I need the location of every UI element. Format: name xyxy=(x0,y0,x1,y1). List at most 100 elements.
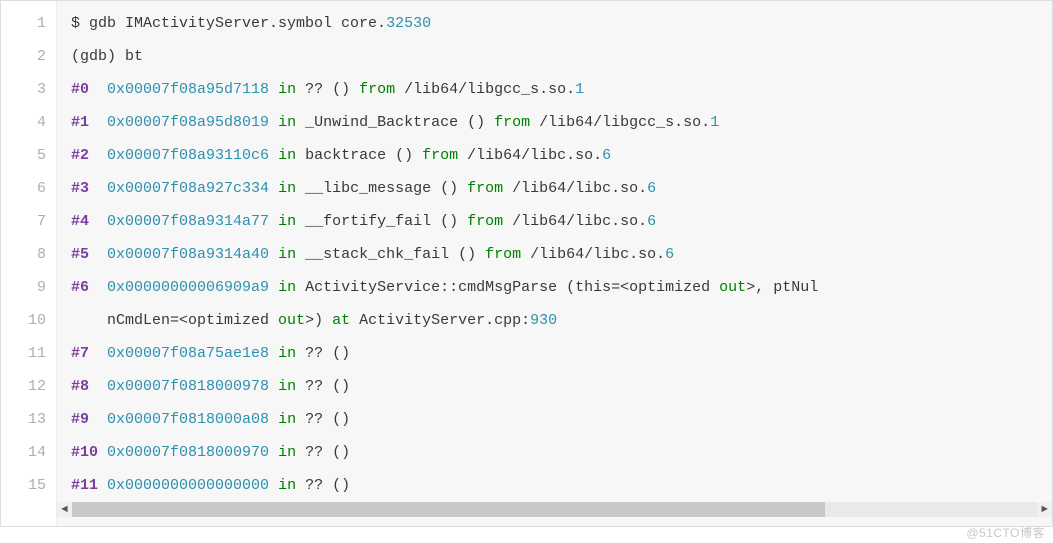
token xyxy=(269,444,278,461)
token: in xyxy=(278,147,296,164)
line-number: 11 xyxy=(1,337,56,370)
code-line: #0 0x00007f08a95d7118 in ?? () from /lib… xyxy=(57,73,1052,106)
token xyxy=(269,114,278,131)
token: #0 xyxy=(71,81,89,98)
token: __stack_chk_fail () xyxy=(296,246,485,263)
token xyxy=(89,345,107,362)
token: /lib64/libc.so. xyxy=(521,246,665,263)
scroll-track[interactable] xyxy=(72,502,1037,517)
token: in xyxy=(278,81,296,98)
token: in xyxy=(278,378,296,395)
token xyxy=(89,213,107,230)
line-number: 7 xyxy=(1,205,56,238)
token: _Unwind_Backtrace () xyxy=(296,114,494,131)
token: #1 xyxy=(71,114,89,131)
line-number-gutter: 123456789101112131415 xyxy=(1,1,57,526)
code-line: #4 0x00007f08a9314a77 in __fortify_fail … xyxy=(57,205,1052,238)
token: 930 xyxy=(530,312,557,329)
code-line: $ gdb IMActivityServer.symbol core.32530 xyxy=(57,7,1052,40)
token xyxy=(269,378,278,395)
token: 0x00000000006909a9 xyxy=(107,279,269,296)
token xyxy=(89,81,107,98)
token: >, ptNul xyxy=(746,279,818,296)
token: (gdb) bt xyxy=(71,48,143,65)
token: ?? () xyxy=(296,444,350,461)
token: /lib64/libgcc_s.so. xyxy=(530,114,710,131)
line-number: 13 xyxy=(1,403,56,436)
token: 0x00007f08a9314a77 xyxy=(107,213,269,230)
token: $ gdb IMActivityServer.symbol core. xyxy=(71,15,386,32)
token: from xyxy=(494,114,530,131)
token xyxy=(269,81,278,98)
token: /lib64/libc.so. xyxy=(458,147,602,164)
token: 6 xyxy=(647,180,656,197)
token: /lib64/libc.so. xyxy=(503,213,647,230)
token xyxy=(89,411,107,428)
token: ActivityService::cmdMsgParse (this=<opti… xyxy=(296,279,719,296)
code-area[interactable]: $ gdb IMActivityServer.symbol core.32530… xyxy=(57,1,1052,526)
token: in xyxy=(278,114,296,131)
scroll-left-icon[interactable]: ◄ xyxy=(57,502,72,517)
code-line: #10 0x00007f0818000970 in ?? () xyxy=(57,436,1052,469)
token: ?? () xyxy=(296,81,359,98)
token xyxy=(269,279,278,296)
token: /lib64/libc.so. xyxy=(503,180,647,197)
token: #2 xyxy=(71,147,89,164)
token: in xyxy=(278,180,296,197)
token: in xyxy=(278,444,296,461)
code-line: #2 0x00007f08a93110c6 in backtrace () fr… xyxy=(57,139,1052,172)
token: in xyxy=(278,477,296,494)
line-number: 15 xyxy=(1,469,56,502)
token: in xyxy=(278,213,296,230)
watermark-text: @51CTO博客 xyxy=(966,524,1045,541)
scroll-right-icon[interactable]: ► xyxy=(1037,502,1052,517)
scroll-thumb[interactable] xyxy=(72,502,825,517)
token: 0x00007f0818000970 xyxy=(107,444,269,461)
token: #11 xyxy=(71,477,98,494)
token: #9 xyxy=(71,411,89,428)
horizontal-scrollbar[interactable]: ◄ ► xyxy=(57,502,1052,517)
token: 1 xyxy=(710,114,719,131)
code-block: 123456789101112131415 $ gdb IMActivitySe… xyxy=(0,0,1053,527)
line-number: 9 xyxy=(1,271,56,304)
token: __fortify_fail () xyxy=(296,213,467,230)
token xyxy=(269,213,278,230)
token: #10 xyxy=(71,444,98,461)
token xyxy=(89,378,107,395)
token: __libc_message () xyxy=(296,180,467,197)
code-line: #7 0x00007f08a75ae1e8 in ?? () xyxy=(57,337,1052,370)
token: #4 xyxy=(71,213,89,230)
line-number: 6 xyxy=(1,172,56,205)
token xyxy=(89,114,107,131)
token: at xyxy=(332,312,350,329)
token: from xyxy=(467,180,503,197)
code-line: #1 0x00007f08a95d8019 in _Unwind_Backtra… xyxy=(57,106,1052,139)
token: 32530 xyxy=(386,15,431,32)
token: 6 xyxy=(602,147,611,164)
token: #6 xyxy=(71,279,89,296)
token: >) xyxy=(305,312,332,329)
token: ?? () xyxy=(296,378,350,395)
code-line: #3 0x00007f08a927c334 in __libc_message … xyxy=(57,172,1052,205)
token: ActivityServer.cpp: xyxy=(350,312,530,329)
token: ?? () xyxy=(296,477,350,494)
token: 0x00007f0818000978 xyxy=(107,378,269,395)
token xyxy=(98,444,107,461)
code-line: #6 0x00000000006909a9 in ActivityService… xyxy=(57,271,1052,304)
token xyxy=(98,477,107,494)
token: 0x00007f08a95d7118 xyxy=(107,81,269,98)
token: in xyxy=(278,279,296,296)
token xyxy=(89,147,107,164)
code-line: #11 0x0000000000000000 in ?? () xyxy=(57,469,1052,502)
code-line: #5 0x00007f08a9314a40 in __stack_chk_fai… xyxy=(57,238,1052,271)
code-lines: $ gdb IMActivityServer.symbol core.32530… xyxy=(57,7,1052,502)
token xyxy=(269,180,278,197)
token: ?? () xyxy=(296,345,350,362)
token: 1 xyxy=(575,81,584,98)
code-line: #9 0x00007f0818000a08 in ?? () xyxy=(57,403,1052,436)
token: 0x00007f08a93110c6 xyxy=(107,147,269,164)
token xyxy=(269,411,278,428)
line-number: 4 xyxy=(1,106,56,139)
token: from xyxy=(467,213,503,230)
token xyxy=(269,477,278,494)
